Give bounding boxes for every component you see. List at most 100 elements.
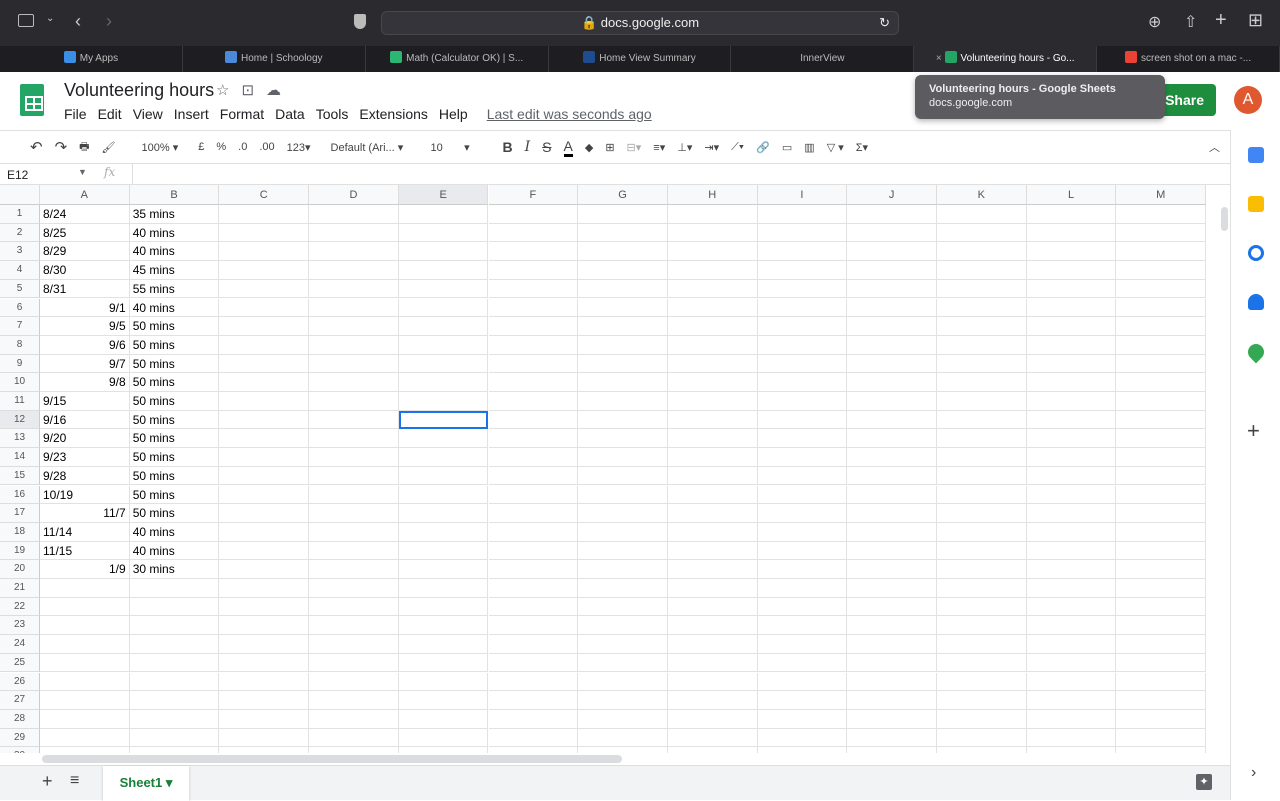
row-header[interactable]: 7 <box>0 317 40 336</box>
cell[interactable] <box>937 728 1027 748</box>
cell[interactable] <box>757 261 848 280</box>
cell[interactable] <box>219 354 310 374</box>
row-header[interactable]: 6 <box>0 298 40 318</box>
cell[interactable] <box>1116 560 1207 579</box>
duration-cell[interactable]: 50 mins <box>129 504 220 523</box>
cell[interactable] <box>847 597 937 617</box>
column-header-i[interactable]: I <box>757 185 848 205</box>
cell[interactable] <box>1116 504 1207 523</box>
cell[interactable] <box>129 597 220 617</box>
cell[interactable] <box>667 429 758 449</box>
cell[interactable] <box>937 691 1027 710</box>
cell[interactable] <box>1116 579 1207 598</box>
cell[interactable] <box>847 373 937 392</box>
paint-format-icon[interactable]: 🖌 <box>102 141 116 154</box>
browser-tab[interactable]: Math (Calculator OK) | S... <box>366 46 549 72</box>
cell[interactable] <box>40 728 130 748</box>
cell[interactable] <box>219 560 310 579</box>
date-cell[interactable]: 9/7 <box>40 354 130 374</box>
cell[interactable] <box>1026 653 1117 673</box>
cell[interactable] <box>309 504 399 523</box>
row-header[interactable]: 21 <box>0 579 40 598</box>
cell[interactable] <box>757 298 848 318</box>
cell[interactable] <box>757 223 848 243</box>
row-header[interactable]: 13 <box>0 429 40 449</box>
cell[interactable] <box>1026 448 1117 467</box>
browser-tab[interactable]: screen shot on a mac -... <box>1097 46 1280 72</box>
cell[interactable] <box>1116 747 1207 753</box>
date-cell[interactable]: 10/19 <box>40 485 130 505</box>
row-header[interactable]: 25 <box>0 653 40 673</box>
cell[interactable] <box>578 597 668 617</box>
cell[interactable] <box>40 747 130 753</box>
expand-panel-icon[interactable]: › <box>1251 764 1256 782</box>
date-cell[interactable]: 9/23 <box>40 448 130 467</box>
document-title[interactable]: Volunteering hours <box>64 80 214 101</box>
cell[interactable] <box>757 709 848 729</box>
duration-cell[interactable]: 50 mins <box>129 317 220 336</box>
row-header[interactable]: 4 <box>0 261 40 280</box>
cell[interactable] <box>309 354 399 374</box>
cell[interactable] <box>578 466 668 486</box>
cell[interactable] <box>578 317 668 336</box>
date-cell[interactable]: 9/28 <box>40 466 130 486</box>
cell[interactable] <box>757 354 848 374</box>
duration-cell[interactable]: 40 mins <box>129 522 220 542</box>
cell[interactable] <box>578 485 668 505</box>
row-header[interactable]: 2 <box>0 223 40 243</box>
row-header[interactable]: 18 <box>0 522 40 542</box>
menu-extensions[interactable]: Extensions <box>359 106 427 122</box>
cell[interactable] <box>398 728 489 748</box>
cell[interactable] <box>1026 466 1117 486</box>
formula-input[interactable] <box>132 164 1222 184</box>
cell[interactable] <box>309 317 399 336</box>
cell[interactable] <box>847 504 937 523</box>
cell[interactable] <box>488 429 579 449</box>
cell[interactable] <box>1116 279 1207 299</box>
duration-cell[interactable]: 40 mins <box>129 242 220 262</box>
cell[interactable] <box>219 373 310 392</box>
row-header[interactable]: 26 <box>0 672 40 692</box>
cell[interactable] <box>757 653 848 673</box>
forward-icon[interactable]: › <box>106 11 112 32</box>
cell[interactable] <box>757 429 848 449</box>
cell[interactable] <box>309 597 399 617</box>
cell[interactable] <box>398 392 489 411</box>
date-cell[interactable]: 8/31 <box>40 279 130 299</box>
currency-button[interactable]: £ <box>198 141 204 153</box>
menu-help[interactable]: Help <box>439 106 468 122</box>
cell[interactable] <box>219 635 310 654</box>
row-header[interactable]: 19 <box>0 541 40 561</box>
cell[interactable] <box>1116 429 1207 449</box>
cell[interactable] <box>219 392 310 411</box>
cell[interactable] <box>398 691 489 710</box>
column-header-c[interactable]: C <box>219 185 310 205</box>
cell[interactable] <box>488 653 579 673</box>
text-rotation-icon[interactable]: ⟋▾ <box>731 141 744 154</box>
cell[interactable] <box>219 709 310 729</box>
cell[interactable] <box>129 691 220 710</box>
cell[interactable] <box>488 223 579 243</box>
date-cell[interactable]: 1/9 <box>40 560 130 579</box>
font-size-select[interactable]: 10 ▾ <box>431 141 491 154</box>
cell[interactable] <box>578 653 668 673</box>
cell[interactable] <box>847 205 937 224</box>
row-header[interactable]: 29 <box>0 728 40 748</box>
collapse-toolbar-icon[interactable]: ︿ <box>1209 139 1220 155</box>
cell[interactable] <box>309 560 399 579</box>
cell[interactable] <box>1116 728 1207 748</box>
cell[interactable] <box>1116 261 1207 280</box>
row-header[interactable]: 8 <box>0 335 40 355</box>
borders-icon[interactable]: ⊞ <box>605 141 614 154</box>
browser-tab[interactable]: My Apps <box>0 46 183 72</box>
cell[interactable] <box>1116 448 1207 467</box>
cell[interactable] <box>937 747 1027 753</box>
cell[interactable] <box>488 579 579 598</box>
cell[interactable] <box>757 560 848 579</box>
cell[interactable] <box>757 635 848 654</box>
cell[interactable] <box>1116 242 1207 262</box>
cell[interactable] <box>757 466 848 486</box>
cell[interactable] <box>1027 747 1117 753</box>
number-format-select[interactable]: 123▾ <box>287 141 311 154</box>
cell[interactable] <box>847 410 937 430</box>
